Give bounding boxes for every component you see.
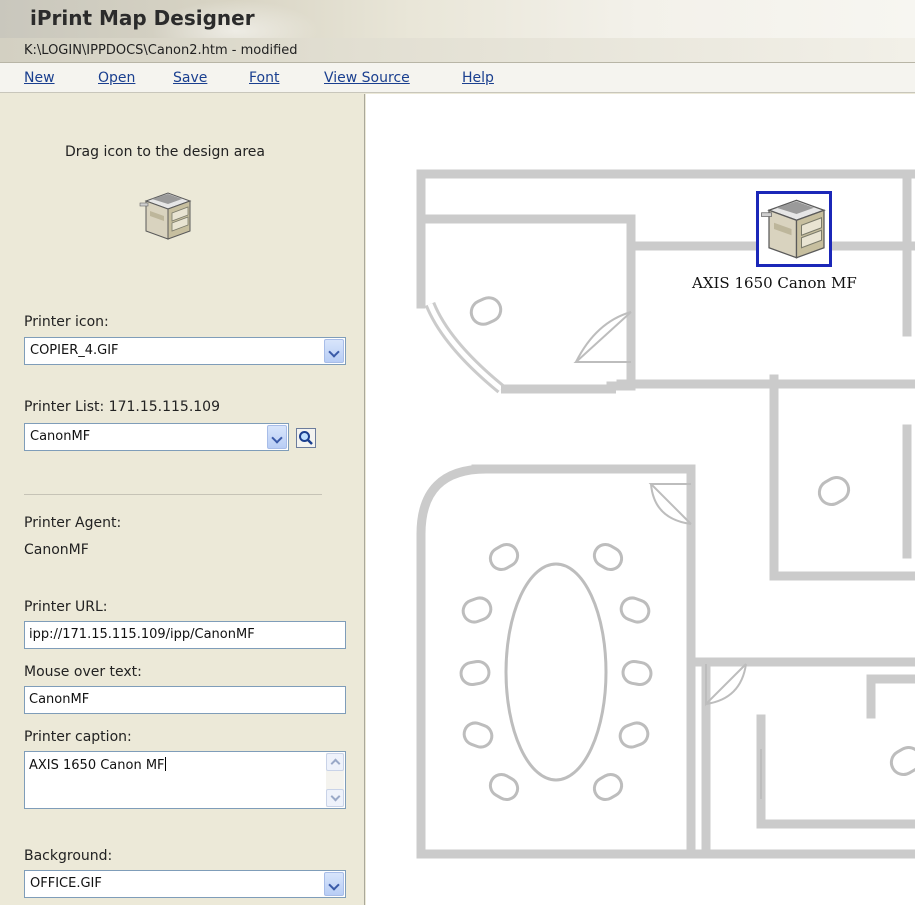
- printer-list-label: Printer List: 171.15.115.109: [24, 399, 220, 415]
- menu-bar: New Open Save Font View Source Help: [0, 63, 915, 93]
- printer-url-value: ipp://171.15.115.109/ipp/CanonMF: [29, 627, 255, 642]
- printer-url-label: Printer URL:: [24, 599, 108, 615]
- scroll-up-icon[interactable]: [326, 753, 344, 771]
- copier-icon: [761, 199, 826, 259]
- mouse-over-label: Mouse over text:: [24, 664, 142, 680]
- app-title: iPrint Map Designer: [30, 6, 255, 30]
- drag-hint: Drag icon to the design area: [65, 144, 265, 160]
- printer-agent-value: CanonMF: [24, 542, 89, 558]
- title-bar: iPrint Map Designer: [0, 0, 915, 62]
- chevron-down-icon[interactable]: [324, 339, 344, 363]
- menu-save[interactable]: Save: [173, 70, 207, 86]
- printer-caption[interactable]: AXIS 1650 Canon MF: [692, 274, 857, 292]
- magnifier-icon: [299, 431, 313, 445]
- printer-agent-label: Printer Agent:: [24, 515, 122, 531]
- menu-view-source[interactable]: View Source: [324, 70, 410, 86]
- printer-url-input[interactable]: ipp://171.15.115.109/ipp/CanonMF: [24, 621, 346, 649]
- divider: [24, 494, 322, 495]
- background-select[interactable]: OFFICE.GIF: [24, 870, 346, 898]
- background-value: OFFICE.GIF: [30, 876, 102, 891]
- file-path: K:\LOGIN\IPPDOCS\Canon2.htm - modified: [24, 43, 298, 58]
- chevron-down-icon[interactable]: [267, 425, 287, 449]
- properties-panel: Drag icon to the design area Printer ico…: [0, 94, 365, 905]
- mouse-over-value: CanonMF: [29, 692, 90, 707]
- chevron-down-icon[interactable]: [324, 872, 344, 896]
- caption-label: Printer caption:: [24, 729, 132, 745]
- design-area[interactable]: AXIS 1650 Canon MF: [366, 94, 915, 905]
- menu-open[interactable]: Open: [98, 70, 135, 86]
- text-caret: [164, 757, 166, 771]
- printer-icon-value: COPIER_4.GIF: [30, 343, 119, 358]
- copier-icon[interactable]: [138, 189, 194, 243]
- caption-scrollbar[interactable]: [326, 753, 344, 807]
- printer-list-value: CanonMF: [30, 429, 91, 444]
- placed-printer[interactable]: [756, 191, 832, 267]
- background-label: Background:: [24, 848, 113, 864]
- scroll-down-icon[interactable]: [326, 789, 344, 807]
- path-bar: K:\LOGIN\IPPDOCS\Canon2.htm - modified: [0, 38, 915, 63]
- printer-icon-select[interactable]: COPIER_4.GIF: [24, 337, 346, 365]
- caption-value: AXIS 1650 Canon MF: [29, 758, 165, 773]
- floor-plan: [416, 169, 915, 859]
- menu-help[interactable]: Help: [462, 70, 494, 86]
- printer-icon-label: Printer icon:: [24, 314, 109, 330]
- menu-new[interactable]: New: [24, 70, 55, 86]
- caption-textarea[interactable]: AXIS 1650 Canon MF: [24, 751, 346, 809]
- printer-list-select[interactable]: CanonMF: [24, 423, 289, 451]
- menu-font[interactable]: Font: [249, 70, 279, 86]
- printer-search-button[interactable]: [296, 428, 316, 448]
- mouse-over-input[interactable]: CanonMF: [24, 686, 346, 714]
